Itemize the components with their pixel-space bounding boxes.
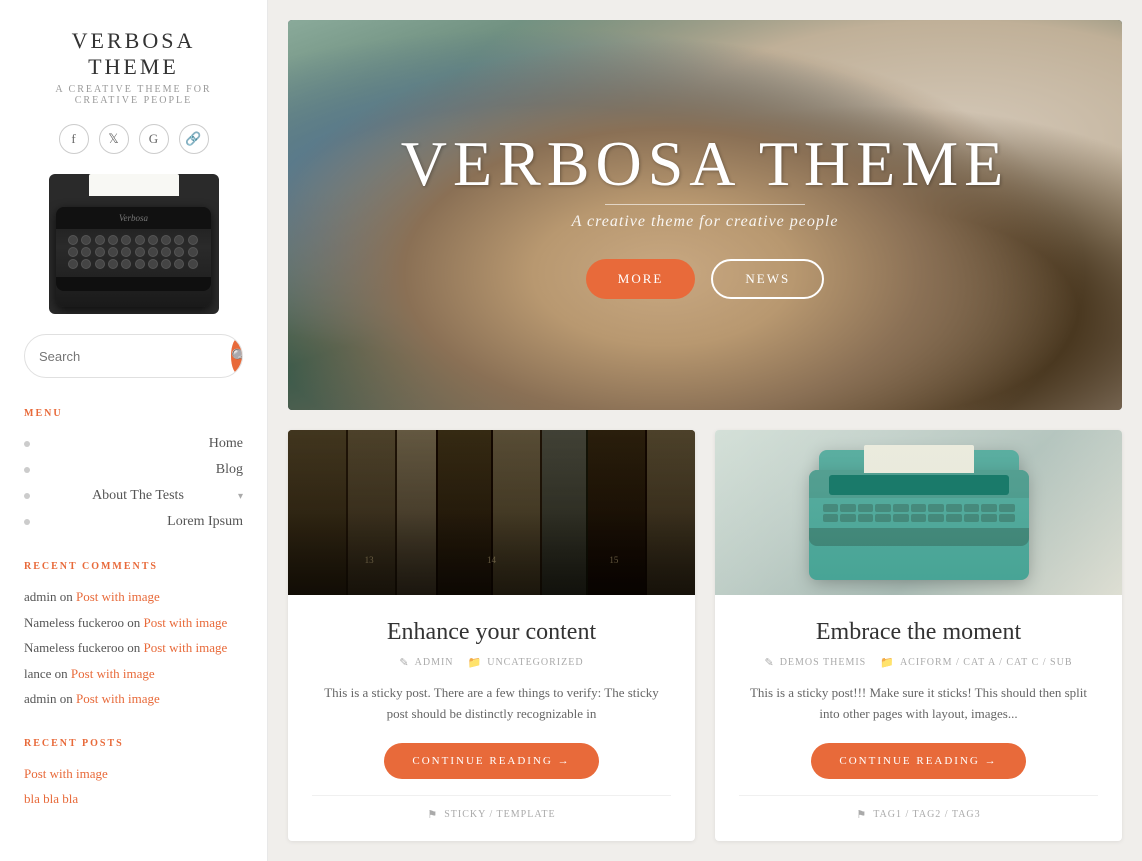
sidebar: VERBOSA THEME A CREATIVE THEME FOR CREAT… [0,0,268,861]
list-item: Nameless fuckeroo on Post with image [24,610,243,636]
card-2-body: Embrace the moment ✎ DEMOS THEMIS 📁 ACIF… [715,595,1122,841]
author-icon: ✎ [764,656,774,669]
chevron-down-icon: ▾ [238,491,243,502]
menu-item-label: Lorem Ipsum [167,514,243,530]
card-2-title: Embrace the moment [739,619,1098,646]
hero-buttons: MORE NEWS [401,259,1009,299]
comment-link[interactable]: Post with image [76,589,160,604]
card-1-meta: ✎ ADMIN 📁 UNCATEGORIZED [312,656,671,669]
hero-divider [605,204,805,205]
facebook-icon[interactable]: f [59,124,89,154]
card-image-books: 131415 [288,430,695,595]
search-input[interactable] [25,341,229,372]
card-image-typewriter [715,430,1122,595]
logo-area: VERBOSA THEME A CREATIVE THEME FOR CREAT… [24,28,243,106]
card-1-author: ✎ ADMIN [399,656,453,669]
list-item: Nameless fuckeroo on Post with image [24,635,243,661]
tag-icon: ⚑ [427,808,438,821]
category-icon: 📁 [880,656,895,669]
menu-item-label: About The Tests [92,488,184,504]
comment-link[interactable]: Post with image [76,691,160,706]
continue-reading-button-1[interactable]: CONTINUE READING → [384,743,598,779]
hero-content: VERBOSA THEME A creative theme for creat… [401,132,1009,299]
category-icon: 📁 [468,656,483,669]
author-icon: ✎ [399,656,409,669]
card-1-cta: CONTINUE READING → [312,743,671,779]
card-2-author: ✎ DEMOS THEMIS [764,656,866,669]
menu-item-blog[interactable]: Blog [24,457,243,483]
site-tagline: A CREATIVE THEME FOR CREATIVE PEOPLE [24,84,243,106]
card-1-excerpt: This is a sticky post. There are a few t… [312,683,671,725]
menu-label: MENU [24,408,243,419]
card-1-category: 📁 UNCATEGORIZED [468,656,584,669]
search-icon: 🔍 [231,348,243,365]
menu-item-home[interactable]: Home [24,431,243,457]
card-2-category: 📁 ACIFORM / CAT A / CAT C / SUB [880,656,1072,669]
typewriter-image: Verbosa [49,174,219,314]
recent-posts-label: RECENT POSTS [24,738,243,749]
hero-banner: VERBOSA THEME A creative theme for creat… [288,20,1122,410]
card-1-title: Enhance your content [312,619,671,646]
card-1-tags: ⚑ STICKY / TEMPLATE [312,795,671,825]
twitter-icon[interactable]: 𝕏 [99,124,129,154]
menu-item-about[interactable]: About The Tests ▾ [24,483,243,509]
link-icon[interactable]: 🔗 [179,124,209,154]
card-2-tags: ⚑ TAG1 / TAG2 / TAG3 [739,795,1098,825]
recent-comments-label: RECENT COMMENTS [24,561,243,572]
comment-link[interactable]: Post with image [144,615,228,630]
hero-subtitle: A creative theme for creative people [401,213,1009,231]
hero-title: VERBOSA THEME [401,132,1009,196]
recent-posts-list: Post with image bla bla bla [24,761,243,812]
comment-link[interactable]: Post with image [71,666,155,681]
menu-item-label: Home [209,436,243,452]
list-item: lance on Post with image [24,661,243,687]
menu-item-lorem[interactable]: Lorem Ipsum [24,509,243,535]
post-link[interactable]: Post with image [24,766,108,781]
main-content: VERBOSA THEME A creative theme for creat… [268,0,1142,861]
site-title: VERBOSA THEME [24,28,243,80]
continue-reading-button-2[interactable]: CONTINUE READING → [811,743,1025,779]
search-bar[interactable]: 🔍 [24,334,243,378]
search-button[interactable]: 🔍 [231,337,243,375]
post-card-1: 131415 Enhance your content ✎ ADMIN 📁 UN… [288,430,695,841]
list-item: Post with image [24,761,243,787]
card-2-excerpt: This is a sticky post!!! Make sure it st… [739,683,1098,725]
cards-row: 131415 Enhance your content ✎ ADMIN 📁 UN… [288,430,1122,841]
list-item: admin on Post with image [24,686,243,712]
news-button[interactable]: NEWS [711,259,824,299]
post-card-2: Embrace the moment ✎ DEMOS THEMIS 📁 ACIF… [715,430,1122,841]
card-2-meta: ✎ DEMOS THEMIS 📁 ACIFORM / CAT A / CAT C… [739,656,1098,669]
list-item: bla bla bla [24,786,243,812]
googleplus-icon[interactable]: G [139,124,169,154]
card-2-cta: CONTINUE READING → [739,743,1098,779]
card-1-body: Enhance your content ✎ ADMIN 📁 UNCATEGOR… [288,595,695,841]
main-menu: Home Blog About The Tests ▾ Lorem Ipsum [24,431,243,535]
tag-icon: ⚑ [856,808,867,821]
menu-item-label: Blog [216,462,243,478]
list-item: admin on Post with image [24,584,243,610]
post-link[interactable]: bla bla bla [24,791,78,806]
recent-comments-list: admin on Post with image Nameless fucker… [24,584,243,712]
more-button[interactable]: MORE [586,259,696,299]
comment-link[interactable]: Post with image [144,640,228,655]
social-links: f 𝕏 G 🔗 [24,124,243,154]
